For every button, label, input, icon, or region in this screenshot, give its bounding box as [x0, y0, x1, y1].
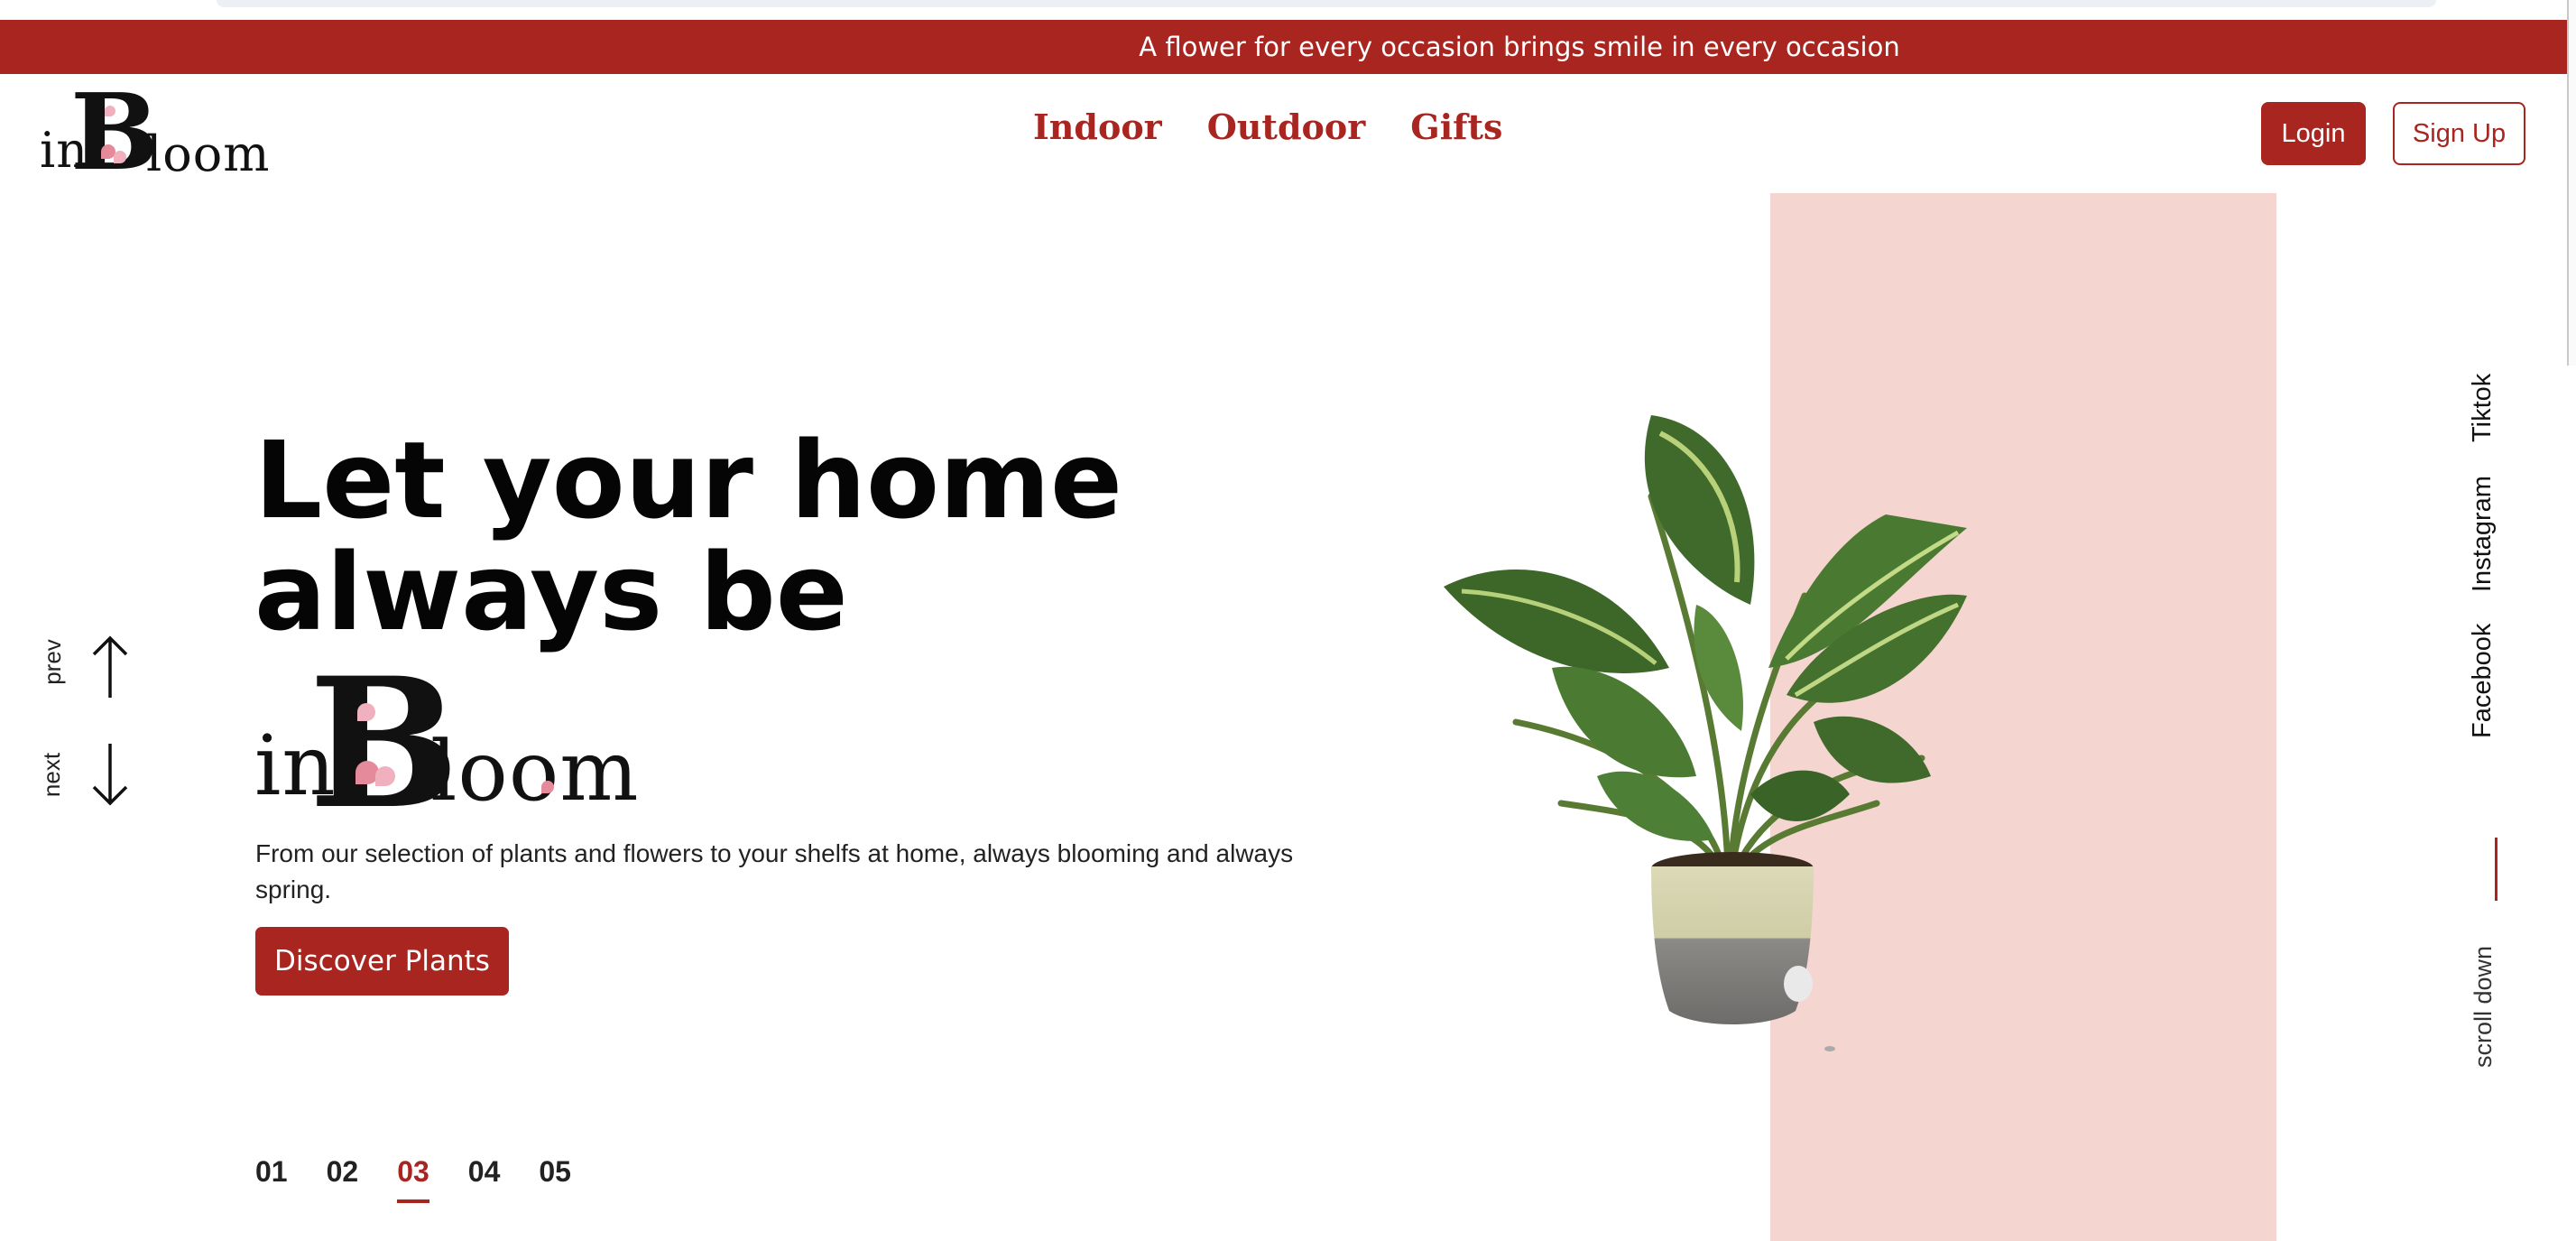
- arrow-up-icon[interactable]: [90, 634, 130, 699]
- signup-button[interactable]: Sign Up: [2393, 102, 2525, 165]
- page-4[interactable]: 04: [468, 1155, 501, 1189]
- arrow-down-icon[interactable]: [90, 742, 130, 807]
- hero-logo-suffix: loom: [430, 723, 640, 820]
- page-5[interactable]: 05: [539, 1155, 571, 1189]
- hero-title-line2: always be: [254, 530, 848, 654]
- logo-suffix: loom: [146, 125, 271, 182]
- main-nav: Indoor Outdoor Gifts: [1033, 107, 1502, 147]
- prev-label: prev: [38, 639, 66, 685]
- hero-flower-icon: [357, 703, 375, 721]
- browser-top-edge: [217, 0, 2436, 7]
- nav-item-indoor[interactable]: Indoor: [1033, 107, 1162, 147]
- promo-banner-text: A flower for every occasion brings smile…: [1139, 32, 1900, 62]
- next-label: next: [38, 752, 66, 798]
- hero-flower-icon: [375, 766, 395, 786]
- nav-item-outdoor[interactable]: Outdoor: [1207, 107, 1366, 147]
- scroll-indicator-line: [2495, 838, 2498, 901]
- page-1[interactable]: 01: [255, 1155, 288, 1189]
- hero-description: From our selection of plants and flowers…: [255, 839, 1294, 903]
- logo-flower-icon: [105, 106, 115, 116]
- carousel-pager: 01 02 03 04 05: [255, 1155, 571, 1203]
- header-logo[interactable]: in B loom: [40, 80, 270, 185]
- social-link-facebook[interactable]: Facebook: [2468, 624, 2498, 738]
- page-3[interactable]: 03: [397, 1155, 429, 1203]
- social-link-instagram[interactable]: Instagram: [2468, 476, 2498, 592]
- scroll-down-label[interactable]: scroll down: [2470, 946, 2498, 1068]
- login-button[interactable]: Login: [2261, 102, 2366, 165]
- nav-item-gifts[interactable]: Gifts: [1410, 107, 1502, 147]
- plant-image: [1444, 415, 1967, 1051]
- logo-flower-icon: [114, 151, 126, 163]
- page-2[interactable]: 02: [327, 1155, 359, 1189]
- hero-title: Let your home always be: [254, 424, 1247, 648]
- hero-logo: in B loom: [254, 654, 638, 833]
- page-scrollbar[interactable]: [2567, 0, 2576, 366]
- promo-banner: A flower for every occasion brings smile…: [0, 20, 2570, 74]
- hero-flower-icon: [541, 781, 554, 793]
- hero-title-line1: Let your home: [254, 418, 1123, 542]
- social-link-tiktok[interactable]: Tiktok: [2468, 374, 2498, 442]
- discover-plants-button[interactable]: Discover Plants: [255, 927, 509, 996]
